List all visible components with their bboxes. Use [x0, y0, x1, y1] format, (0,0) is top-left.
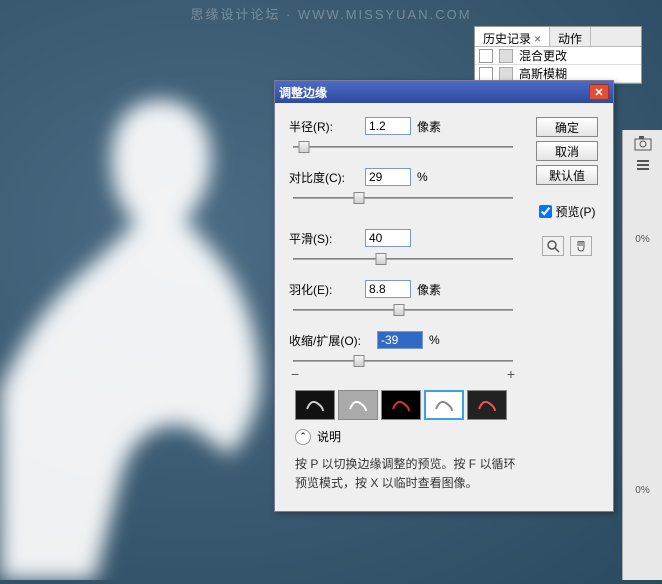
- history-step-icon: [499, 67, 513, 81]
- smooth-label: 平滑(S):: [289, 230, 365, 247]
- dialog-title-bar[interactable]: 调整边缘 ✕: [275, 81, 613, 103]
- slider-track: [293, 197, 513, 199]
- history-row[interactable]: 混合更改: [475, 47, 641, 65]
- radius-input[interactable]: [365, 117, 411, 135]
- contrast-input[interactable]: [365, 168, 411, 186]
- history-items: 混合更改 高斯模糊: [475, 47, 641, 83]
- dialog-title: 调整边缘: [279, 84, 327, 101]
- preview-mode-standard[interactable]: [295, 390, 335, 420]
- expand-label: 收缩/扩展(O):: [289, 332, 377, 349]
- feather-unit: 像素: [417, 281, 441, 298]
- preview-mode-overlay[interactable]: [467, 390, 507, 420]
- history-item-label: 混合更改: [519, 47, 567, 64]
- preview-checkbox[interactable]: [539, 205, 552, 218]
- history-step-icon: [499, 49, 513, 63]
- description-section: ⌃ 说明 按 P 以切换边缘调整的预览。按 F 以循环预览模式，按 X 以临时查…: [289, 428, 525, 493]
- slider-thumb[interactable]: [354, 192, 365, 204]
- preview-mode-black[interactable]: [381, 390, 421, 420]
- expand-slider[interactable]: − +: [293, 352, 513, 372]
- default-button[interactable]: 默认值: [536, 165, 598, 185]
- plus-icon: +: [507, 366, 515, 382]
- history-tabs: 历史记录× 动作: [475, 27, 641, 47]
- preview-mode-mask[interactable]: [338, 390, 378, 420]
- slider-thumb[interactable]: [299, 141, 310, 153]
- radius-label: 半径(R):: [289, 118, 365, 135]
- description-toggle-icon[interactable]: ⌃: [295, 429, 311, 445]
- tab-actions[interactable]: 动作: [550, 27, 591, 46]
- description-text: 按 P 以切换边缘调整的预览。按 F 以循环预览模式，按 X 以临时查看图像。: [289, 455, 525, 493]
- preview-checkbox-label[interactable]: 预览(P): [539, 203, 596, 220]
- camera-icon[interactable]: [633, 134, 653, 152]
- contrast-unit: %: [417, 170, 428, 184]
- feather-slider[interactable]: [293, 301, 513, 321]
- description-title: 说明: [317, 428, 341, 445]
- slider-track: [293, 360, 513, 362]
- tab-close-icon[interactable]: ×: [534, 32, 541, 46]
- radius-slider[interactable]: [293, 138, 513, 158]
- silhouette-figure: [0, 60, 280, 580]
- slider-thumb[interactable]: [393, 304, 404, 316]
- preview-label-text: 预览(P): [556, 203, 596, 220]
- expand-unit: %: [429, 333, 440, 347]
- feather-label: 羽化(E):: [289, 281, 365, 298]
- zoom-readout: 0%: [623, 234, 662, 245]
- radius-unit: 像素: [417, 118, 441, 135]
- feather-input[interactable]: [365, 280, 411, 298]
- refine-edge-dialog: 调整边缘 ✕ 半径(R): 像素 对比度(C): %: [274, 80, 614, 512]
- minus-icon: −: [291, 366, 299, 382]
- hand-tool-icon[interactable]: [570, 236, 592, 256]
- slider-track: [293, 258, 513, 260]
- zoom-readout: 0%: [623, 485, 662, 496]
- contrast-slider[interactable]: [293, 189, 513, 209]
- preview-mode-swatches: [295, 390, 525, 420]
- contrast-label: 对比度(C):: [289, 169, 365, 186]
- cancel-button[interactable]: 取消: [536, 141, 598, 161]
- preview-mode-white[interactable]: [424, 390, 464, 420]
- ok-button[interactable]: 确定: [536, 117, 598, 137]
- history-visibility-icon[interactable]: [479, 67, 493, 81]
- slider-thumb[interactable]: [354, 355, 365, 367]
- menu-icon[interactable]: [633, 156, 653, 174]
- tab-history[interactable]: 历史记录×: [475, 27, 550, 46]
- side-docked-panels: 0% 0%: [622, 130, 662, 580]
- zoom-tool-icon[interactable]: [542, 236, 564, 256]
- watermark-text: 思缘设计论坛 · WWW.MISSYUAN.COM: [190, 4, 471, 23]
- history-panel: 历史记录× 动作 混合更改 高斯模糊: [474, 26, 642, 84]
- smooth-input[interactable]: [365, 229, 411, 247]
- history-visibility-icon[interactable]: [479, 49, 493, 63]
- smooth-slider[interactable]: [293, 250, 513, 270]
- slider-thumb[interactable]: [376, 253, 387, 265]
- close-icon[interactable]: ✕: [589, 84, 609, 100]
- expand-input[interactable]: [377, 331, 423, 349]
- slider-track: [293, 146, 513, 148]
